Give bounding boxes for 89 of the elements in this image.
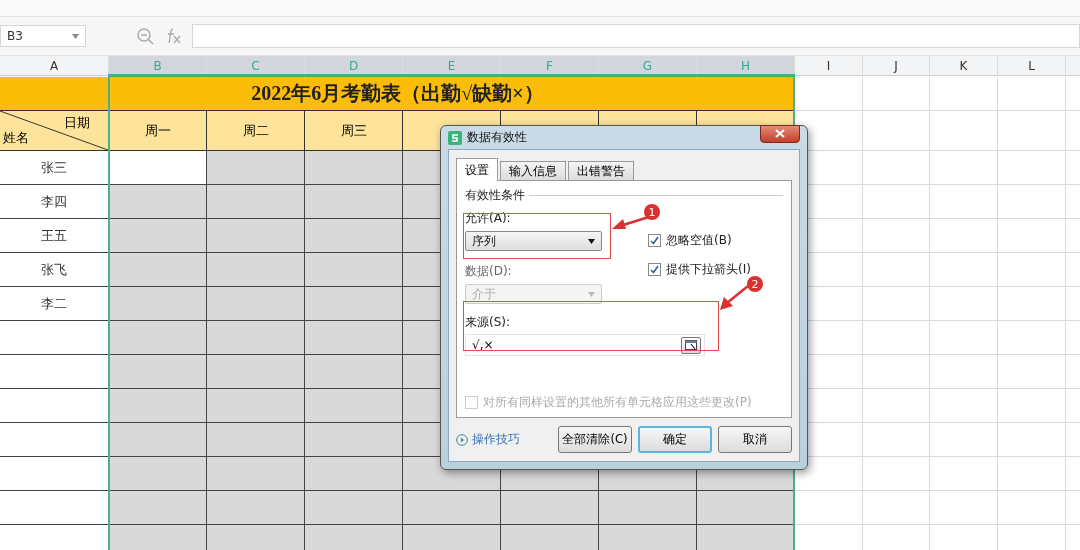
play-icon [456, 433, 468, 446]
group-title: 有效性条件 [465, 187, 525, 204]
zoom-icon[interactable] [136, 27, 154, 45]
tips-link[interactable]: 操作技巧 [456, 431, 520, 448]
attendance-cell[interactable] [109, 253, 207, 287]
dialog-tab[interactable]: 出错警告 [568, 161, 634, 180]
attendance-cell[interactable] [305, 151, 403, 185]
caret-icon [588, 238, 595, 244]
weekday-header: 周二 [207, 111, 305, 151]
corner-label: 日期 [64, 114, 90, 132]
attendance-cell[interactable] [109, 525, 207, 550]
attendance-cell[interactable] [207, 457, 305, 491]
checkbox-label: 忽略空值(B) [666, 232, 732, 249]
dialog-button[interactable]: 确定 [638, 426, 712, 453]
attendance-cell[interactable] [109, 321, 207, 355]
attendance-cell[interactable] [403, 491, 501, 525]
checkbox-label: 提供下拉箭头(I) [666, 261, 751, 278]
attendance-cell[interactable] [207, 355, 305, 389]
attendance-cell[interactable] [207, 185, 305, 219]
field-label: 数据(D): [465, 263, 513, 280]
attendance-cell[interactable] [305, 219, 403, 253]
column-header[interactable]: A [0, 56, 109, 76]
attendance-cell[interactable] [305, 185, 403, 219]
allow-select[interactable]: 序列 [465, 231, 602, 251]
attendance-cell[interactable] [109, 423, 207, 457]
attendance-cell[interactable] [207, 491, 305, 525]
attendance-cell[interactable] [207, 389, 305, 423]
attendance-cell[interactable] [207, 423, 305, 457]
attendance-cell[interactable] [501, 491, 599, 525]
name-box[interactable]: B3 [0, 25, 86, 47]
attendance-cell[interactable] [599, 491, 697, 525]
dialog-tab[interactable]: 设置 [456, 158, 498, 181]
attendance-cell[interactable] [403, 525, 501, 550]
source-field[interactable]: √,× [465, 334, 705, 356]
attendance-cell[interactable] [305, 389, 403, 423]
attendance-cell[interactable] [697, 525, 795, 550]
name-cell: 李四 [0, 185, 109, 219]
name-cell: 李二 [0, 287, 109, 321]
attendance-cell[interactable] [305, 491, 403, 525]
dialog-button[interactable]: 取消 [718, 426, 792, 453]
close-icon [775, 129, 785, 138]
attendance-cell[interactable] [109, 355, 207, 389]
attendance-cell[interactable] [109, 491, 207, 525]
attendance-cell[interactable] [599, 525, 697, 550]
attendance-cell[interactable] [697, 491, 795, 525]
name-cell: 张三 [0, 151, 109, 185]
dialog-button[interactable]: 全部清除(C) [558, 426, 632, 453]
caret-icon [588, 291, 595, 297]
formula-input[interactable] [192, 24, 1080, 48]
caret-icon [72, 33, 79, 39]
attendance-cell[interactable] [109, 151, 207, 185]
attendance-cell[interactable] [109, 219, 207, 253]
attendance-cell[interactable] [207, 253, 305, 287]
attendance-cell[interactable] [109, 185, 207, 219]
attendance-cell[interactable] [305, 321, 403, 355]
annotation-arrow [720, 286, 748, 310]
attendance-cell[interactable] [109, 287, 207, 321]
app-icon [448, 130, 462, 145]
attendance-cell[interactable] [207, 287, 305, 321]
checkbox[interactable] [648, 263, 661, 276]
column-header[interactable]: K [930, 56, 998, 76]
attendance-cell[interactable] [109, 457, 207, 491]
attendance-cell[interactable] [207, 525, 305, 550]
column-header[interactable]: J [863, 56, 930, 76]
dialog-title: 数据有效性 [467, 129, 528, 146]
attendance-cell[interactable] [207, 151, 305, 185]
checkbox[interactable] [648, 234, 661, 247]
checkbox-label: 对所有同样设置的其他所有单元格应用这些更改(P) [483, 394, 752, 411]
attendance-cell[interactable] [305, 457, 403, 491]
dialog-tab[interactable]: 输入信息 [500, 161, 566, 180]
name-cell: 张飞 [0, 253, 109, 287]
weekday-header: 周三 [305, 111, 403, 151]
close-button[interactable] [760, 124, 800, 143]
attendance-cell[interactable] [305, 525, 403, 550]
sheet-title: 2022年6月考勤表（出勤√缺勤×） [0, 77, 795, 111]
attendance-cell[interactable] [305, 423, 403, 457]
attendance-cell[interactable] [207, 219, 305, 253]
column-header[interactable]: L [998, 56, 1066, 76]
weekday-header: 周一 [109, 111, 207, 151]
column-header[interactable]: I [795, 56, 863, 76]
attendance-cell[interactable] [109, 389, 207, 423]
attendance-cell[interactable] [305, 253, 403, 287]
attendance-cell[interactable] [207, 321, 305, 355]
attendance-cell[interactable] [305, 355, 403, 389]
corner-label: 姓名 [3, 129, 29, 147]
name-cell: 王五 [0, 219, 109, 253]
field-label: 来源(S): [465, 314, 512, 331]
attendance-cell[interactable] [305, 287, 403, 321]
attendance-cell[interactable] [501, 525, 599, 550]
